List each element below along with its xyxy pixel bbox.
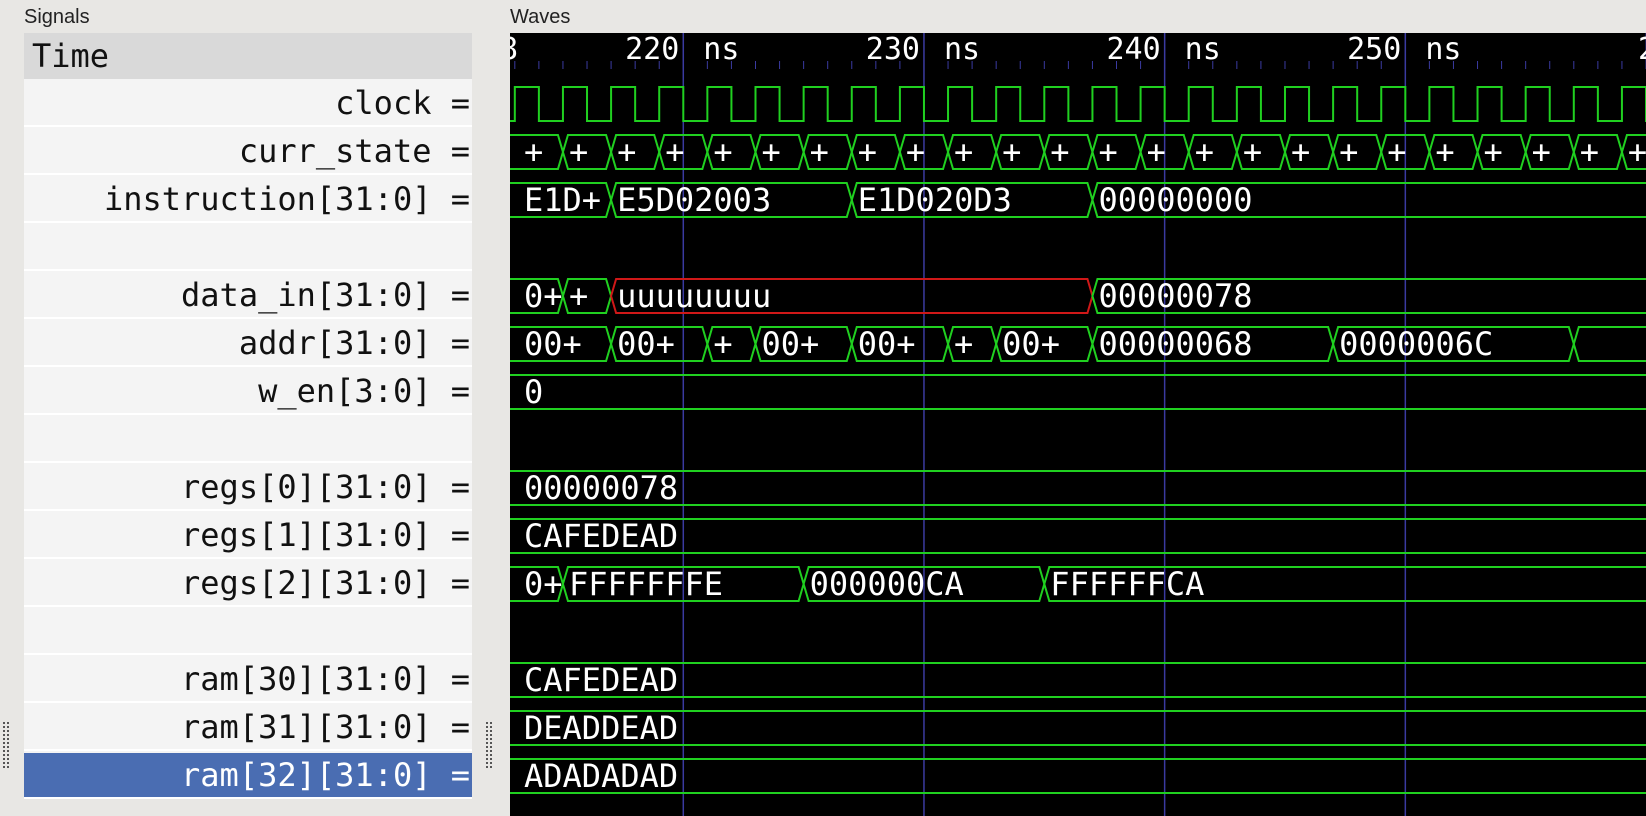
bus-segment [510,518,1646,554]
bus-value-label: + [1243,133,1262,171]
bus-value-label: + [1147,133,1166,171]
bus-value-label: 00000078 [524,469,678,507]
timeline-unit: ns [944,33,980,67]
bus-value-label: 00+ [761,325,819,363]
timeline-label: 230 [866,33,920,67]
signal-row[interactable]: instruction[31:0] = [24,177,472,223]
timeline-label: 220 [625,33,679,67]
bus-value-label: 00+ [858,325,916,363]
waves-pane[interactable]: 220 ns 230 ns 240 ns 250 ns 8 2 + + + + + + + + + + + + + + + + + +… [510,33,1646,816]
timeline-left-stub: 8 [510,33,518,67]
bus-segment [510,758,1646,794]
signal-row[interactable]: ram[30][31:0] = [24,657,472,703]
bus-value-label: + [761,133,780,171]
bus-value-label: FFFFFFFE [569,565,723,603]
bus-segment [510,374,1646,410]
bus-value-label: + [665,133,684,171]
bus-value-label: + [1628,133,1646,171]
bus-value-label: + [1098,133,1117,171]
bus-segment [510,662,1646,698]
bus-value-label: + [569,277,588,315]
signal-row[interactable]: addr[31:0] = [24,321,472,367]
signal-spacer-row [24,417,472,463]
bus-value-label: 0 [524,373,543,411]
bus-value-label: + [906,133,925,171]
signal-row[interactable]: curr_state = [24,129,472,175]
signal-row[interactable]: w_en[3:0] = [24,369,472,415]
bus-value-label: + [1580,133,1599,171]
signals-pane-resize-handle[interactable] [3,722,9,768]
bus-value-label: DEADDEAD [524,709,678,747]
signal-row[interactable]: data_in[31:0] = [24,273,472,319]
bus-value-label: 00000068 [1098,325,1252,363]
bus-value-label: + [569,133,588,171]
bus-value-label: + [1532,133,1551,171]
bus-value-label: + [1291,133,1310,171]
bus-value-label: + [858,133,877,171]
waves-pane-resize-handle[interactable] [486,722,492,768]
bus-value-label: + [1339,133,1358,171]
bus-value-label: + [1002,133,1021,171]
signal-spacer-row [24,225,472,271]
bus-value-label: E1D020D3 [858,181,1012,219]
waveform-canvas[interactable]: 220 ns 230 ns 240 ns 250 ns 8 2 + + + + + + + + + + + + + + + + + +… [510,33,1646,816]
bus-segment [510,470,1646,506]
bus-value-label: 00+ [524,325,582,363]
bus-value-label: + [954,325,973,363]
bus-value-label: 0+ [524,277,563,315]
bus-value-label: + [1195,133,1214,171]
bus-value-label: E5D02003 [617,181,771,219]
bus-value-label: + [954,133,973,171]
bus-value-label: + [1387,133,1406,171]
bus-segment [510,710,1646,746]
bus-value-label: + [617,133,636,171]
bus-value-label: 00000078 [1098,277,1252,315]
signal-row[interactable]: regs[0][31:0] = [24,465,472,511]
timeline-unit: ns [1425,33,1461,67]
bus-value-label: 0+ [524,565,563,603]
bus-value-label: 00000000 [1098,181,1252,219]
timeline-unit: ns [703,33,739,67]
waves-pane-title: Waves [510,6,571,28]
bus-value-label: 00+ [617,325,675,363]
bus-value-label: uuuuuuuu [617,277,771,315]
signal-row[interactable]: ram[32][31:0] = [24,753,472,799]
bus-value-label: + [1050,133,1069,171]
signal-spacer-row [24,609,472,655]
signal-row[interactable]: regs[2][31:0] = [24,561,472,607]
bus-value-label: FFFFFFCA [1050,565,1204,603]
bus-value-label: + [1435,133,1454,171]
bus-value-label: ADADADAD [524,757,678,795]
bus-value-label: + [810,133,829,171]
bus-value-label: + [713,133,732,171]
bus-value-label: 00+ [1002,325,1060,363]
signal-row[interactable]: regs[1][31:0] = [24,513,472,559]
bus-segment [1572,326,1646,362]
timeline-label: 240 [1106,33,1160,67]
bus-value-label: E1D+ [524,181,601,219]
timeline-unit: ns [1185,33,1221,67]
timeline-right-stub: 2 [1638,33,1646,67]
bus-value-label: + [1484,133,1503,171]
signals-pane-title: Signals [24,6,90,28]
bus-value-label: CAFEDEAD [524,661,678,699]
signal-row[interactable]: ram[31][31:0] = [24,705,472,751]
bus-value-label: 0000006C [1339,325,1493,363]
clock-waveform [510,86,1646,122]
bus-value-label: + [713,325,732,363]
signal-row[interactable]: clock = [24,81,472,127]
signals-pane[interactable]: Time clock = curr_state = instruction[31:0… [24,33,472,799]
bus-value-label: + [524,133,543,171]
bus-value-label: CAFEDEAD [524,517,678,555]
time-header: Time [24,33,472,79]
bus-value-label: 000000CA [810,565,964,603]
timeline-label: 250 [1347,33,1401,67]
